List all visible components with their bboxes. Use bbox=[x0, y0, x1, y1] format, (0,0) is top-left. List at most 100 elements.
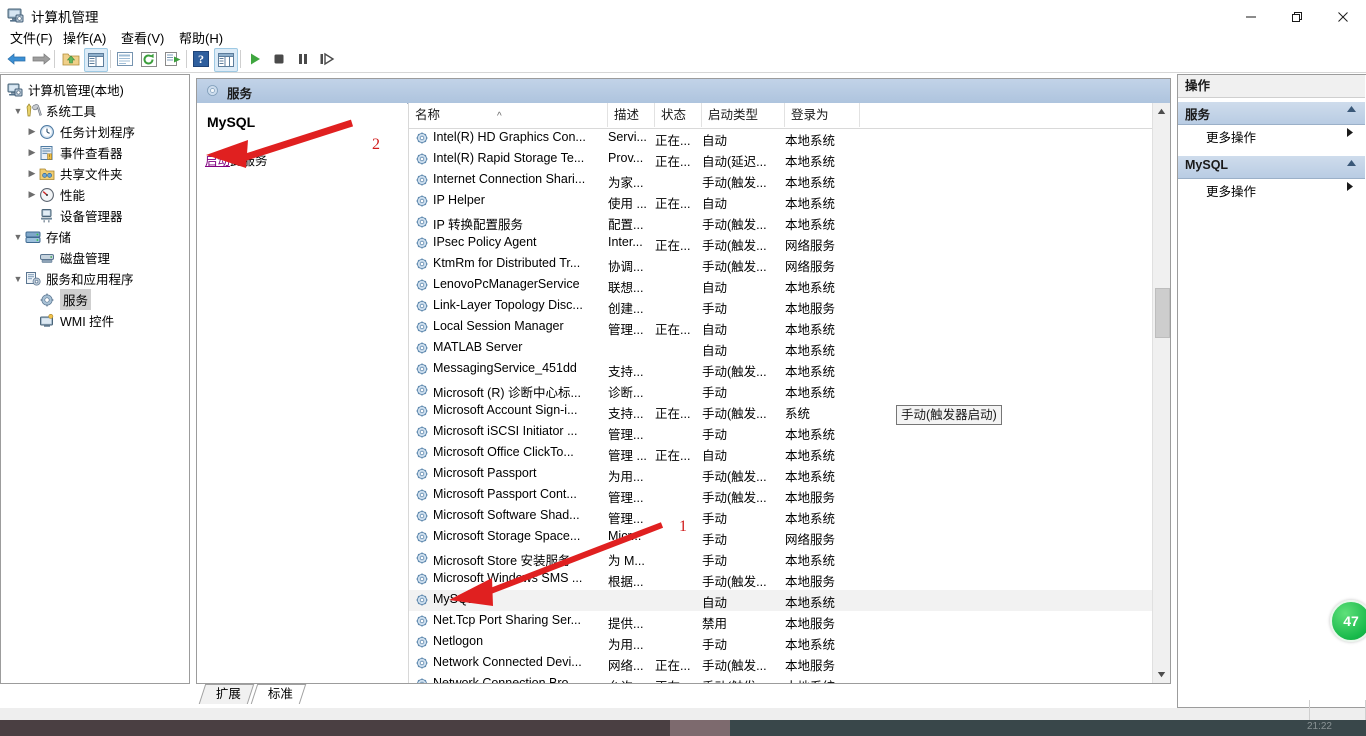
table-row[interactable]: Netlogon 为用... 手动 本地系统 bbox=[409, 632, 1170, 653]
menu-view[interactable]: 查看(V) bbox=[118, 27, 167, 48]
table-row[interactable]: Microsoft Windows SMS ... 根据... 手动(触发... 本地… bbox=[409, 569, 1170, 590]
back-icon[interactable] bbox=[6, 48, 28, 70]
table-row[interactable]: Microsoft Office ClickTo... 管理 ... 正在... 自动… bbox=[409, 443, 1170, 464]
tree-item-storage[interactable]: ▼ 存储 bbox=[1, 226, 189, 247]
table-row[interactable]: IPsec Policy Agent Inter... 正在... 手动(触发... 网… bbox=[409, 233, 1170, 254]
show-hide-console-tree-icon[interactable] bbox=[84, 48, 108, 72]
table-row[interactable]: KtmRm for Distributed Tr... 协调... 手动(触发...… bbox=[409, 254, 1170, 275]
chevron-right-icon[interactable]: ▶ bbox=[25, 188, 39, 202]
table-row[interactable]: Microsoft Passport 为用... 手动(触发... 本地系统 bbox=[409, 464, 1170, 485]
table-row[interactable]: Microsoft iSCSI Initiator ... 管理... 手动 本地系统 bbox=[409, 422, 1170, 443]
scrollbar-thumb[interactable] bbox=[1155, 288, 1170, 338]
restart-service-icon[interactable] bbox=[316, 48, 338, 70]
tree-label: 事件查看器 bbox=[60, 147, 123, 161]
more-actions-services[interactable]: 更多操作 bbox=[1178, 124, 1365, 146]
tree-item-services-and-applications[interactable]: ▼ 服务和应用程序 bbox=[1, 268, 189, 289]
cell-description: 诊断... bbox=[608, 386, 644, 400]
column-header-log-on-as[interactable]: 登录为 bbox=[785, 103, 860, 127]
gear-icon bbox=[415, 488, 429, 502]
tree-item-event-viewer[interactable]: ▶ ! 事件查看器 bbox=[1, 142, 189, 163]
tree-item-performance[interactable]: ▶ 性能 bbox=[1, 184, 189, 205]
chevron-right-icon[interactable]: ▶ bbox=[25, 146, 39, 160]
show-action-pane-icon[interactable] bbox=[214, 48, 238, 72]
tree-item-task-scheduler[interactable]: ▶ 任务计划程序 bbox=[1, 121, 189, 142]
tab-standard[interactable]: 标准 bbox=[250, 684, 307, 704]
column-header-description[interactable]: 描述 bbox=[608, 103, 655, 127]
cell-name: Internet Connection Shari... bbox=[433, 172, 586, 186]
table-row[interactable]: Internet Connection Shari... 为家... 手动(触发..… bbox=[409, 170, 1170, 191]
scroll-down-arrow[interactable] bbox=[1153, 666, 1170, 683]
actions-group-mysql[interactable]: MySQL bbox=[1178, 155, 1365, 179]
column-header-status[interactable]: 状态 bbox=[655, 103, 702, 127]
chevron-up-icon[interactable] bbox=[1346, 105, 1357, 115]
table-row[interactable]: Microsoft Software Shad... 管理... 手动 本地系统 bbox=[409, 506, 1170, 527]
cell-log-on-as: 本地系统 bbox=[785, 197, 836, 211]
up-folder-icon[interactable] bbox=[60, 48, 82, 70]
more-actions-mysql[interactable]: 更多操作 bbox=[1178, 178, 1365, 200]
table-row[interactable]: Intel(R) Rapid Storage Te... Prov... 正在...… bbox=[409, 149, 1170, 170]
menu-file[interactable]: 文件(F) bbox=[7, 27, 56, 48]
chevron-right-icon[interactable]: ▶ bbox=[25, 125, 39, 139]
help-icon[interactable]: ? bbox=[190, 48, 212, 70]
table-row[interactable]: Net.Tcp Port Sharing Ser... 提供... 禁用 本地服务 bbox=[409, 611, 1170, 632]
pause-service-icon[interactable] bbox=[292, 48, 314, 70]
column-header-name[interactable]: 名称 ^ bbox=[409, 103, 608, 127]
tree-item-wmi-control[interactable]: WMI 控件 bbox=[1, 310, 189, 331]
cell-status: 正在... bbox=[655, 659, 691, 673]
stop-service-icon[interactable] bbox=[268, 48, 290, 70]
table-row[interactable]: Network Connection Bro... 允许... 正在... 手动(触发… bbox=[409, 674, 1170, 683]
notification-badge[interactable]: 47 bbox=[1330, 600, 1366, 642]
cell-description: 为用... bbox=[608, 638, 644, 652]
table-row[interactable]: LenovoPcManagerService 联想... 自动 本地系统 bbox=[409, 275, 1170, 296]
start-service-icon[interactable] bbox=[244, 48, 266, 70]
computer-icon bbox=[7, 82, 24, 98]
table-row[interactable]: Microsoft Account Sign-i... 支持... 正在... 手动(… bbox=[409, 401, 1170, 422]
chevron-down-icon[interactable]: ▼ bbox=[11, 104, 25, 118]
table-row[interactable]: Microsoft (R) 诊断中心标... 诊断... 手动 本地系统 bbox=[409, 380, 1170, 401]
tree-item-device-manager[interactable]: 设备管理器 bbox=[1, 205, 189, 226]
tab-extended[interactable]: 扩展 bbox=[198, 684, 255, 704]
cell-description: 联想... bbox=[608, 281, 644, 295]
column-header-startup-type[interactable]: 启动类型 bbox=[702, 103, 785, 127]
table-row[interactable]: Microsoft Storage Space... Micr... 手动 网络服务 bbox=[409, 527, 1170, 548]
table-row[interactable]: MessagingService_451dd 支持... 手动(触发... 本地系统 bbox=[409, 359, 1170, 380]
refresh-icon[interactable] bbox=[138, 48, 160, 70]
actions-group-services[interactable]: 服务 bbox=[1178, 101, 1365, 125]
tree-item-shared-folders[interactable]: ▶ 共享文件夹 bbox=[1, 163, 189, 184]
table-row[interactable]: Local Session Manager 管理... 正在... 自动 本地系统 bbox=[409, 317, 1170, 338]
table-row[interactable]: Microsoft Passport Cont... 管理... 手动(触发... 本… bbox=[409, 485, 1170, 506]
table-row[interactable]: IP 转换配置服务 配置... 手动(触发... 本地系统 bbox=[409, 212, 1170, 233]
cell-startup-type: 手动(触发... bbox=[702, 407, 767, 421]
start-service-link[interactable]: 启动 bbox=[205, 154, 230, 168]
services-list-scrollbar[interactable] bbox=[1152, 103, 1170, 683]
tree-item-computer-management-local[interactable]: 计算机管理(本地) bbox=[1, 79, 189, 100]
export-list-icon[interactable] bbox=[162, 48, 184, 70]
menu-help[interactable]: 帮助(H) bbox=[176, 27, 226, 48]
table-row[interactable]: IP Helper 使用 ... 正在... 自动 本地系统 bbox=[409, 191, 1170, 212]
tree-label: 服务和应用程序 bbox=[46, 273, 134, 287]
scroll-up-arrow[interactable] bbox=[1153, 103, 1170, 120]
start-service-link-row[interactable]: 启动此服务 bbox=[205, 150, 268, 169]
table-row[interactable]: Link-Layer Topology Disc... 创建... 手动 本地服务 bbox=[409, 296, 1170, 317]
table-row[interactable]: Network Connected Devi... 网络... 正在... 手动(触发… bbox=[409, 653, 1170, 674]
cell-description: Micr... bbox=[608, 529, 642, 543]
table-row[interactable]: Microsoft Store 安装服务 为 M... 手动 本地系统 bbox=[409, 548, 1170, 569]
cell-startup-type: 手动 bbox=[702, 533, 728, 547]
properties-icon[interactable] bbox=[114, 48, 136, 70]
gear-icon bbox=[415, 677, 429, 683]
tree-item-services[interactable]: 服务 bbox=[1, 289, 189, 310]
table-row[interactable]: Intel(R) HD Graphics Con... Servi... 正在...… bbox=[409, 128, 1170, 149]
forward-icon[interactable] bbox=[30, 48, 52, 70]
table-row[interactable]: MATLAB Server 自动 本地系统 bbox=[409, 338, 1170, 359]
chevron-down-icon[interactable]: ▼ bbox=[11, 230, 25, 244]
gear-icon bbox=[415, 236, 429, 250]
tree-item-system-tools[interactable]: ▼ 系统工具 bbox=[1, 100, 189, 121]
chevron-right-icon[interactable]: ▶ bbox=[25, 167, 39, 181]
tree-item-disk-management[interactable]: 磁盘管理 bbox=[1, 247, 189, 268]
table-row[interactable]: MySQL 自动 本地系统 bbox=[409, 590, 1170, 611]
chevron-down-icon[interactable]: ▼ bbox=[11, 272, 25, 286]
menu-action[interactable]: 操作(A) bbox=[60, 27, 109, 48]
tree-label: 磁盘管理 bbox=[60, 252, 111, 266]
chevron-up-icon[interactable] bbox=[1346, 159, 1357, 169]
cell-startup-type: 手动 bbox=[702, 302, 728, 316]
